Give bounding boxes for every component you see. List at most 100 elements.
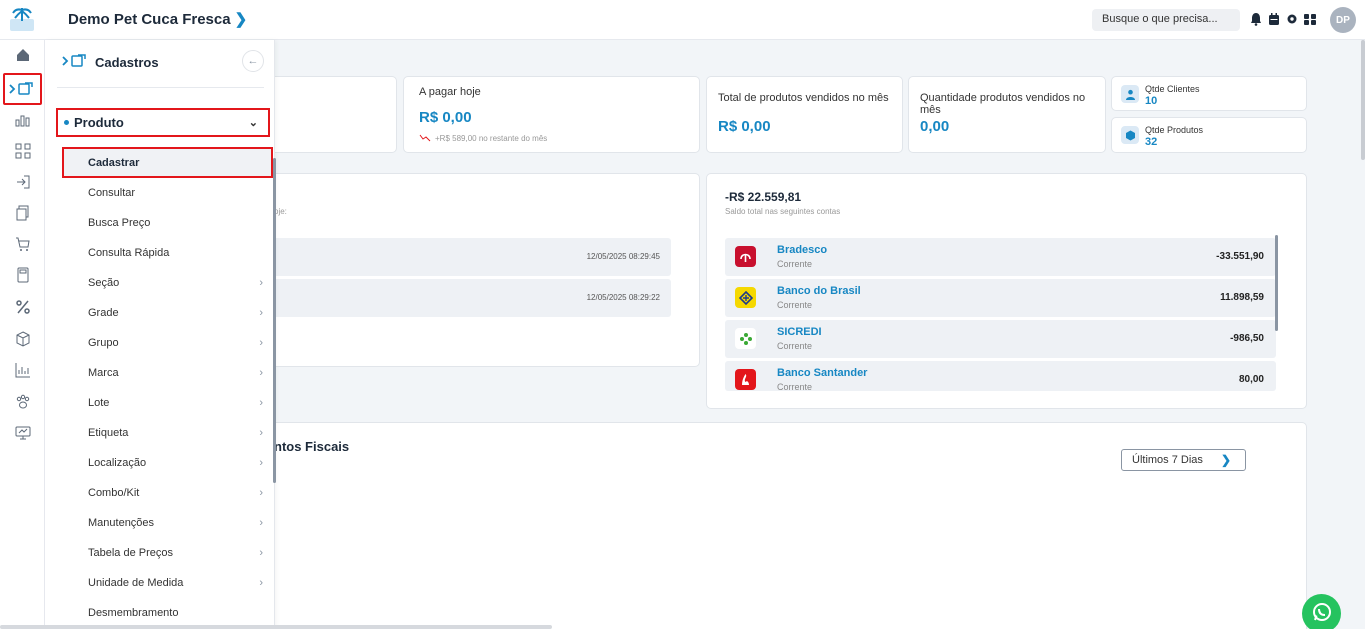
qr-icon[interactable] bbox=[14, 142, 32, 160]
activity-row[interactable]: 12/05/2025 08:29:45 bbox=[271, 238, 671, 276]
bank-row[interactable]: Bradesco Corrente -33.551,90 bbox=[725, 238, 1276, 276]
section-produto[interactable]: Produto ⌄ bbox=[56, 108, 270, 137]
presentation-icon[interactable] bbox=[14, 424, 32, 442]
bank-type: Corrente bbox=[777, 382, 813, 391]
bank-row[interactable]: Banco Santander Corrente 80,00 bbox=[725, 361, 1276, 391]
clients-label: Qtde Clientes bbox=[1145, 84, 1200, 94]
bank-type: Corrente bbox=[777, 341, 813, 351]
cadastros-submenu: Cadastros ← Produto ⌄ Cadastrar Consulta… bbox=[45, 40, 276, 629]
top-bar: Demo Pet Cuca Fresca ❯ Busque o que prec… bbox=[0, 0, 1365, 40]
menu-item-cadastrar[interactable]: Cadastrar bbox=[88, 157, 263, 169]
user-icon bbox=[1121, 85, 1139, 103]
menu-item-grupo[interactable]: Grupo › bbox=[88, 337, 263, 349]
stat-note: +R$ 589,00 no restante do mês bbox=[435, 133, 548, 143]
menu-item-consulta-rapida[interactable]: Consulta Rápida bbox=[88, 247, 263, 259]
search-input[interactable]: Busque o que precisa... bbox=[1092, 9, 1240, 31]
box-icon[interactable] bbox=[14, 330, 32, 348]
period-selector-button[interactable]: Últimos 7 Dias ❯ bbox=[1121, 449, 1246, 471]
menu-item-etiqueta[interactable]: Etiqueta › bbox=[88, 427, 263, 439]
chevron-right-icon: › bbox=[259, 277, 263, 289]
menu-item-tabela-de-precos[interactable]: Tabela de Preços › bbox=[88, 547, 263, 559]
bank-type: Corrente bbox=[777, 259, 813, 269]
bank-row[interactable]: Banco do Brasil Corrente 11.898,59 bbox=[725, 279, 1276, 317]
stat-card-total-sold: Total de produtos vendidos no mês R$ 0,0… bbox=[706, 76, 903, 153]
apps-grid-icon[interactable] bbox=[1304, 12, 1316, 26]
menu-item-unidade-de-medida[interactable]: Unidade de Medida › bbox=[88, 577, 263, 589]
submenu-scrollbar[interactable] bbox=[273, 158, 276, 483]
cart-icon[interactable] bbox=[14, 235, 32, 253]
bank-row[interactable]: SICREDI Corrente -986,50 bbox=[725, 320, 1276, 358]
chevron-right-icon: › bbox=[259, 337, 263, 349]
calculator-icon[interactable] bbox=[14, 266, 32, 284]
chart-icon[interactable] bbox=[14, 111, 32, 129]
calendar-icon[interactable] bbox=[1268, 12, 1280, 26]
menu-item-busca-preco[interactable]: Busca Preço bbox=[88, 217, 263, 229]
section-label: Produto bbox=[74, 115, 124, 130]
menu-item-combo-kit[interactable]: Combo/Kit › bbox=[88, 487, 263, 499]
stat-card-products: Qtde Produtos 32 bbox=[1111, 117, 1307, 153]
activity-card: oje: 12/05/2025 08:29:45 12/05/2025 08:2… bbox=[230, 173, 700, 367]
report-icon[interactable] bbox=[14, 361, 32, 379]
chevron-right-icon: ❯ bbox=[1220, 453, 1231, 467]
avatar[interactable]: DP bbox=[1330, 7, 1356, 33]
copy-icon[interactable] bbox=[14, 204, 32, 222]
balance-total: -R$ 22.559,81 bbox=[725, 190, 802, 204]
menu-item-label: Combo/Kit bbox=[88, 487, 140, 499]
chevron-right-icon: › bbox=[259, 427, 263, 439]
menu-item-label: Seção bbox=[88, 277, 120, 289]
menu-item-manutencoes[interactable]: Manutenções › bbox=[88, 517, 263, 529]
page-scrollbar[interactable] bbox=[1361, 40, 1365, 160]
menu-item-label: Cadastrar bbox=[88, 157, 140, 169]
back-arrow-icon[interactable]: ← bbox=[242, 50, 264, 72]
stat-value: 0,00 bbox=[920, 118, 950, 135]
login-icon[interactable] bbox=[14, 173, 32, 191]
horizontal-scrollbar[interactable] bbox=[0, 625, 552, 629]
stat-card-qty-sold: Quantidade produtos vendidos no mês 0,00 bbox=[908, 76, 1106, 153]
menu-item-label: Tabela de Preços bbox=[88, 547, 173, 559]
trend-down-icon bbox=[419, 131, 431, 145]
balance-card: -R$ 22.559,81 Saldo total nas seguintes … bbox=[706, 173, 1307, 409]
cadastros-icon bbox=[61, 53, 89, 72]
whatsapp-button[interactable] bbox=[1302, 594, 1341, 629]
menu-item-marca[interactable]: Marca › bbox=[88, 367, 263, 379]
chevron-down-icon: ⌄ bbox=[248, 117, 258, 129]
gear-icon[interactable] bbox=[1286, 12, 1298, 26]
stat-label: Quantidade produtos vendidos no mês bbox=[920, 92, 1086, 116]
cadastros-icon[interactable] bbox=[8, 80, 36, 98]
menu-item-lote[interactable]: Lote › bbox=[88, 397, 263, 409]
percent-icon[interactable] bbox=[14, 298, 32, 316]
bank-name: SICREDI bbox=[777, 326, 822, 338]
paw-icon[interactable] bbox=[14, 393, 32, 411]
chevron-right-icon: › bbox=[259, 487, 263, 499]
chevron-right-icon: › bbox=[259, 577, 263, 589]
bank-name: Banco Santander bbox=[777, 367, 868, 379]
company-selector[interactable]: Demo Pet Cuca Fresca ❯ bbox=[68, 10, 248, 29]
menu-item-label: Consulta Rápida bbox=[88, 247, 170, 259]
stat-value: R$ 0,00 bbox=[718, 118, 771, 135]
menu-item-desmembramento[interactable]: Desmembramento bbox=[88, 607, 263, 619]
menu-item-label: Desmembramento bbox=[88, 607, 179, 619]
activity-row[interactable]: 12/05/2025 08:29:22 bbox=[271, 279, 671, 317]
chevron-right-icon: ❯ bbox=[234, 11, 248, 28]
menu-item-localizacao[interactable]: Localização › bbox=[88, 457, 263, 469]
whatsapp-icon bbox=[1311, 601, 1333, 626]
bell-icon[interactable] bbox=[1250, 12, 1262, 26]
menu-item-label: Consultar bbox=[88, 187, 136, 199]
bank-name: Bradesco bbox=[777, 244, 828, 256]
clients-value: 10 bbox=[1145, 95, 1158, 107]
bank-value: -986,50 bbox=[1230, 333, 1264, 344]
stat-value: R$ 0,00 bbox=[419, 109, 472, 126]
menu-item-secao[interactable]: Seção › bbox=[88, 277, 263, 289]
menu-item-consultar[interactable]: Consultar bbox=[88, 187, 263, 199]
balance-caption: Saldo total nas seguintes contas bbox=[725, 207, 841, 216]
menu-item-grade[interactable]: Grade › bbox=[88, 307, 263, 319]
chevron-right-icon: › bbox=[259, 517, 263, 529]
bank-value: 80,00 bbox=[1238, 374, 1264, 385]
menu-item-label: Marca bbox=[88, 367, 119, 379]
home-icon[interactable] bbox=[14, 46, 32, 64]
submenu-title: Cadastros bbox=[95, 55, 159, 70]
bradesco-logo-icon bbox=[735, 246, 756, 267]
bank-list-scrollbar[interactable] bbox=[1275, 235, 1278, 331]
company-logo[interactable] bbox=[8, 5, 36, 33]
fiscal-title: ntos Fiscais bbox=[274, 439, 350, 454]
